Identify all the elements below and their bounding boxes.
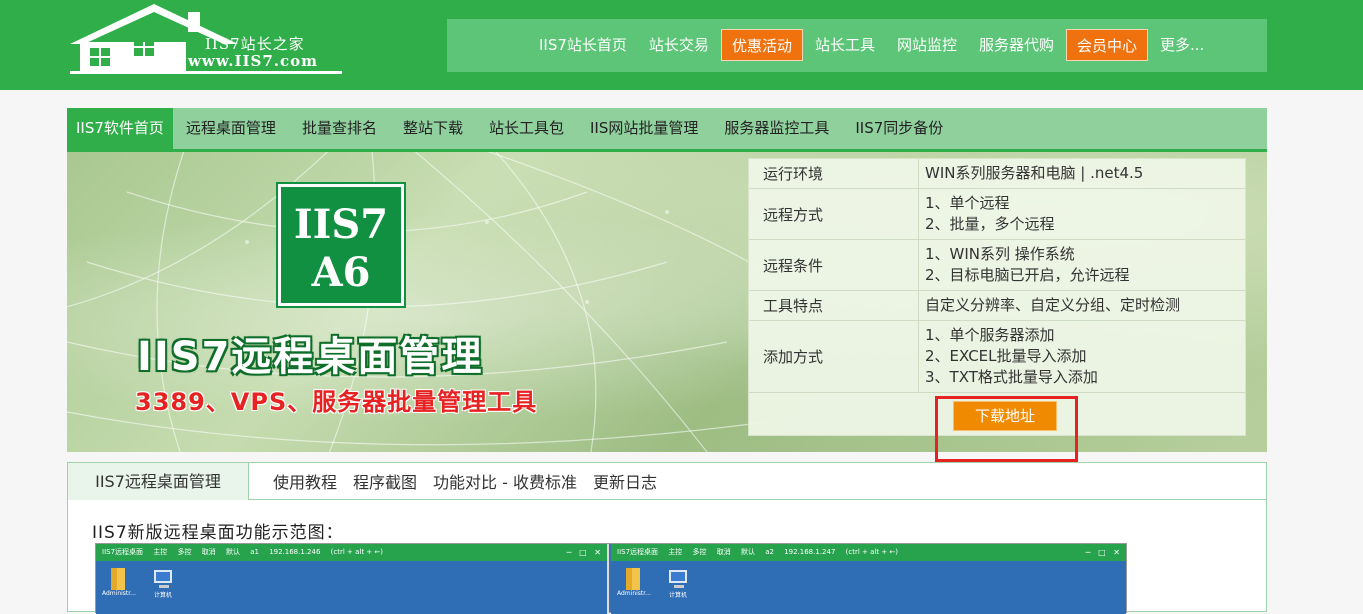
pane-tab: 主控 [153,548,168,556]
software-nav-item[interactable]: 站长工具包 [476,108,577,149]
top-nav-item[interactable]: 更多... [1160,29,1204,61]
folder-icon [111,568,125,590]
spec-value-line: 1、单个远程 [925,194,1010,212]
pane-tab: 取消 [716,548,731,556]
window-controls-icon: ─ □ ✕ [1085,548,1120,557]
spec-row: 远程条件 1、WIN系列 操作系统 2、目标电脑已开启，允许远程 [749,240,1245,291]
pane-titlebar: IIS7远程桌面 主控 多控 取消 默认 a2 192.168.1.247 (c… [611,544,1126,561]
pane-ip: 192.168.1.246 [269,548,321,556]
pane-ip: 192.168.1.247 [784,548,836,556]
spec-row: 添加方式 1、单个服务器添加 2、EXCEL批量导入添加 3、TXT格式批量导入添加 [749,321,1245,393]
software-nav-item[interactable]: 远程桌面管理 [173,108,289,149]
spec-value: 1、单个远程 2、批量，多个远程 [919,189,1245,239]
software-nav-item[interactable]: IIS网站批量管理 [577,108,711,149]
top-nav-item[interactable]: 站长工具 [815,29,875,61]
badge-version: A6 [311,249,371,296]
pane-tab: 多控 [692,548,707,556]
version-badge: IIS7 A6 [276,182,406,308]
pane-keys: (ctrl + alt + ←) [330,548,383,556]
spec-key: 添加方式 [749,321,919,392]
badge-product: IIS7 [293,201,389,248]
app-screenshot: IIS7远程桌面 主控 多控 取消 默认 a1 192.168.1.246 (c… [95,543,1127,614]
banner-subtitle: 3389、VPS、服务器批量管理工具 [135,388,538,416]
software-nav-item[interactable]: 批量查排名 [289,108,390,149]
spec-value-line: WIN系列服务器和电脑 | .net4.5 [925,164,1144,182]
spec-value-line: 自定义分辨率、自定义分组、定时检测 [925,296,1181,314]
window-controls-icon: ─ □ ✕ [566,548,601,557]
spec-table: 运行环境 WIN系列服务器和电脑 | .net4.5 远程方式 1、单个远程 2、批量，… [748,158,1246,436]
pane-id: a2 [765,548,774,556]
pane-group: 默认 [225,548,240,556]
spec-key: 运行环境 [749,159,919,188]
spec-value-line: 2、批量，多个远程 [925,215,1055,233]
spec-row: 工具特点 自定义分辨率、自定义分组、定时检测 [749,291,1245,321]
banner-title: IIS7远程桌面管理 [137,334,484,380]
computer-icon [154,570,172,588]
pane-group: 默认 [740,548,755,556]
logo-underline [70,71,342,74]
logo-url: www.IIS7.com [188,52,318,70]
pane-tab: 取消 [201,548,216,556]
section-title: IIS7新版远程桌面功能示范图： [92,523,344,543]
spec-value-line: 2、EXCEL批量导入添加 [925,347,1087,365]
content-tab[interactable]: 程序截图 [353,469,417,493]
spec-value-line: 1、WIN系列 操作系统 [925,245,1075,263]
site-header: IIS7站长之家 www.IIS7.com IIS7站长首页 站长交易 优惠活动 站长… [0,0,1363,90]
product-banner: IIS7 A6 IIS7远程桌面管理 3389、VPS、服务器批量管理工具 运行… [67,152,1267,452]
folder-icon [626,568,640,590]
pane-id: a1 [250,548,259,556]
content-tab[interactable]: 使用教程 [273,469,337,493]
pane-title: IIS7远程桌面 [102,548,144,556]
screenshot-pane-1: IIS7远程桌面 主控 多控 取消 默认 a1 192.168.1.246 (c… [96,544,609,614]
spec-value-line: 2、目标电脑已开启，允许远程 [925,266,1130,284]
top-nav-item[interactable]: 网站监控 [897,29,957,61]
content-tab[interactable]: 功能对比 - 收费标准 [433,469,577,493]
spec-row: 运行环境 WIN系列服务器和电脑 | .net4.5 [749,159,1245,189]
top-nav-item[interactable]: 会员中心 [1066,29,1149,61]
pane-titlebar: IIS7远程桌面 主控 多控 取消 默认 a1 192.168.1.246 (c… [96,544,607,561]
top-nav-item[interactable]: 服务器代购 [979,29,1054,61]
pane-keys: (ctrl + alt + ←) [845,548,898,556]
tab-remote-desktop[interactable]: IIS7远程桌面管理 [68,462,249,500]
content-panel: IIS7远程桌面管理 使用教程 程序截图 功能对比 - 收费标准 更新日志 IIS7新… [67,462,1267,614]
computer-icon [669,570,687,588]
spec-key: 工具特点 [749,291,919,320]
pane-title: IIS7远程桌面 [617,548,659,556]
software-nav-item[interactable]: 整站下载 [390,108,476,149]
pane-tab: 主控 [668,548,683,556]
software-nav: IIS7软件首页 远程桌面管理 批量查排名 整站下载 站长工具包 IIS网站批量管理 服务器… [67,108,1267,152]
content-tab[interactable]: 更新日志 [593,469,657,493]
spec-value-line: 3、TXT格式批量导入添加 [925,368,1098,386]
spec-value: WIN系列服务器和电脑 | .net4.5 [919,159,1245,188]
desktop-icon-label: 计算机 [154,592,173,599]
spec-key: 远程条件 [749,240,919,290]
screenshot-pane-2: IIS7远程桌面 主控 多控 取消 默认 a2 192.168.1.247 (c… [611,544,1126,614]
top-nav-item[interactable]: 站长交易 [649,29,709,61]
spec-row: 远程方式 1、单个远程 2、批量，多个远程 [749,189,1245,240]
logo-title: IIS7站长之家 [205,35,305,53]
spec-value: 1、WIN系列 操作系统 2、目标电脑已开启，允许远程 [919,240,1245,290]
top-nav-item[interactable]: IIS7站长首页 [539,29,627,61]
desktop-icon-label: Administr... [102,590,136,597]
top-nav: IIS7站长首页 站长交易 优惠活动 站长工具 网站监控 服务器代购 会员中心 更多... [447,19,1267,72]
software-nav-item[interactable]: IIS7同步备份 [842,108,956,149]
spec-value-line: 1、单个服务器添加 [925,326,1055,344]
desktop-icon-label: Administr... [617,590,651,597]
top-nav-item[interactable]: 优惠活动 [720,29,803,61]
spec-value: 自定义分辨率、自定义分组、定时检测 [919,291,1245,320]
pane-tab: 多控 [177,548,192,556]
spec-key: 远程方式 [749,189,919,239]
spec-value: 1、单个服务器添加 2、EXCEL批量导入添加 3、TXT格式批量导入添加 [919,321,1245,392]
content-tabs: IIS7远程桌面管理 使用教程 程序截图 功能对比 - 收费标准 更新日志 [68,462,1266,500]
software-nav-item[interactable]: 服务器监控工具 [711,108,842,149]
software-nav-item[interactable]: IIS7软件首页 [67,108,173,149]
desktop-icon-label: 计算机 [669,592,688,599]
download-highlight-frame [935,396,1078,462]
